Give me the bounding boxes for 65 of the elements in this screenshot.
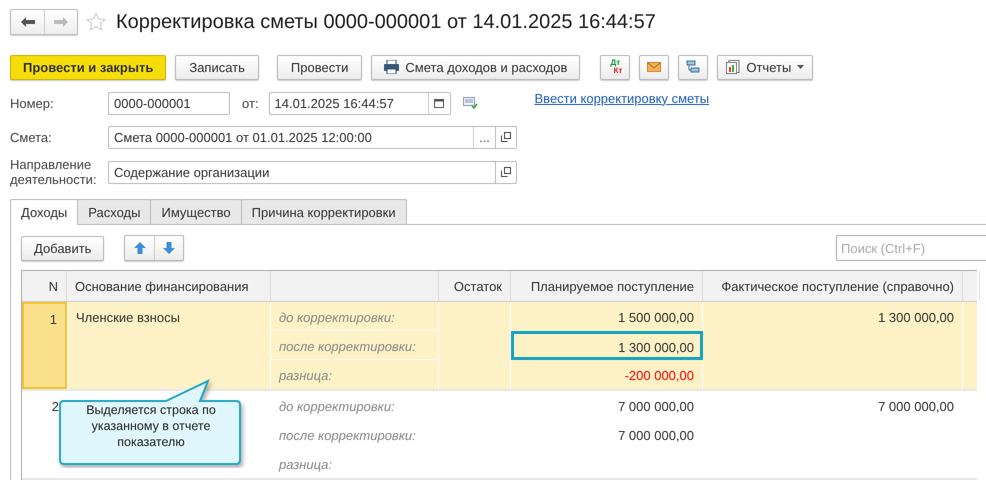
estimate-field[interactable]: Смета 0000-000001 от 01.01.2025 12:00:00 ... bbox=[108, 126, 496, 148]
up-arrow-icon bbox=[134, 242, 146, 254]
callout-text: Выделяется строка по указанному в отчете показателю bbox=[85, 402, 217, 450]
table-cell: -200 000,00 bbox=[624, 368, 694, 383]
window-title: Корректировка сметы 0000-000001 от 14.01.2025 16:44:57 bbox=[116, 10, 656, 34]
back-arrow-icon bbox=[20, 17, 34, 27]
estimate-label: Смета: bbox=[10, 130, 53, 144]
forward-arrow-icon bbox=[54, 17, 68, 27]
open-button[interactable] bbox=[495, 160, 517, 184]
table-cell: 1 300 000,00 bbox=[618, 340, 694, 355]
report-chart-icon bbox=[726, 60, 740, 74]
open-window-icon bbox=[501, 167, 511, 177]
add-button[interactable]: Добавить bbox=[21, 236, 104, 260]
table-cell: 1 300 000,00 bbox=[878, 310, 954, 325]
table-cell: Членские взносы bbox=[76, 310, 180, 325]
row-number: 2 bbox=[52, 399, 59, 414]
checked-list-icon bbox=[462, 97, 478, 109]
column-header: N bbox=[22, 271, 67, 301]
line-label: разница: bbox=[279, 457, 332, 472]
tab[interactable]: Расходы bbox=[77, 199, 152, 225]
row-number: 1 bbox=[50, 312, 57, 327]
number-field[interactable]: 0000-000001 bbox=[108, 92, 230, 114]
open-window-icon bbox=[501, 132, 511, 142]
line-label: после корректировки: bbox=[279, 339, 416, 354]
reports-button[interactable]: Отчеты bbox=[717, 54, 814, 80]
number-label: Номер: bbox=[10, 96, 55, 110]
hierarchy-icon bbox=[686, 60, 700, 74]
print-button[interactable]: Смета доходов и расходов bbox=[371, 54, 580, 80]
post-and-close-button[interactable]: Провести и закрыть bbox=[10, 54, 166, 80]
tab[interactable]: Имущество bbox=[150, 199, 242, 225]
line-label: до корректировки: bbox=[279, 399, 395, 414]
toolbar-button[interactable]: Записать bbox=[175, 54, 259, 80]
direction-label: Направление деятельности: bbox=[10, 157, 98, 187]
calendar-icon bbox=[434, 98, 444, 108]
star-icon[interactable] bbox=[86, 12, 106, 32]
calendar-button[interactable] bbox=[428, 92, 450, 114]
line-label: разница: bbox=[279, 368, 332, 383]
mail-button[interactable] bbox=[639, 54, 670, 80]
choose-button[interactable]: ... bbox=[473, 126, 495, 148]
down-arrow-icon bbox=[163, 242, 176, 254]
column-header: Фактическое поступление (справочно) bbox=[703, 271, 963, 301]
table-cell: 7 000 000,00 bbox=[618, 428, 694, 443]
table-row[interactable]: 1 Членские взносы до корректировки: 1 500 000,00 1 300 000,00 после корректировки: 1 300 000,00 разница: -200 000,00 bbox=[22, 302, 977, 391]
line-label: до корректировки: bbox=[279, 310, 395, 325]
enter-correction-link[interactable]: Ввести корректировку сметы bbox=[534, 90, 710, 106]
table-cell: 7 000 000,00 bbox=[878, 399, 954, 414]
envelope-icon bbox=[647, 62, 662, 72]
table-cell: 7 000 000,00 bbox=[618, 399, 694, 414]
dt-kt-button[interactable]: Дт Кт bbox=[600, 54, 630, 80]
column-header: Остаток bbox=[439, 271, 511, 301]
toolbar-button[interactable]: Провести bbox=[276, 54, 362, 80]
column-header: Основание финансирования bbox=[67, 271, 271, 301]
line-label: после корректировки: bbox=[279, 428, 416, 443]
direction-field[interactable]: Содержание организации bbox=[108, 160, 496, 184]
structure-button[interactable] bbox=[678, 54, 708, 80]
table-cell: 1 500 000,00 bbox=[618, 310, 694, 325]
printer-icon bbox=[384, 60, 400, 74]
column-header: Планируемое поступление bbox=[511, 271, 703, 301]
open-button[interactable] bbox=[495, 126, 517, 148]
tab[interactable]: Причина корректировки bbox=[240, 199, 407, 225]
date-label: от: bbox=[242, 96, 259, 110]
date-field[interactable]: 14.01.2025 16:44:57 bbox=[268, 92, 451, 114]
tab[interactable]: Доходы bbox=[10, 199, 78, 225]
search-field[interactable]: Поиск (Ctrl+F) bbox=[836, 235, 986, 261]
caret-icon bbox=[797, 65, 804, 69]
